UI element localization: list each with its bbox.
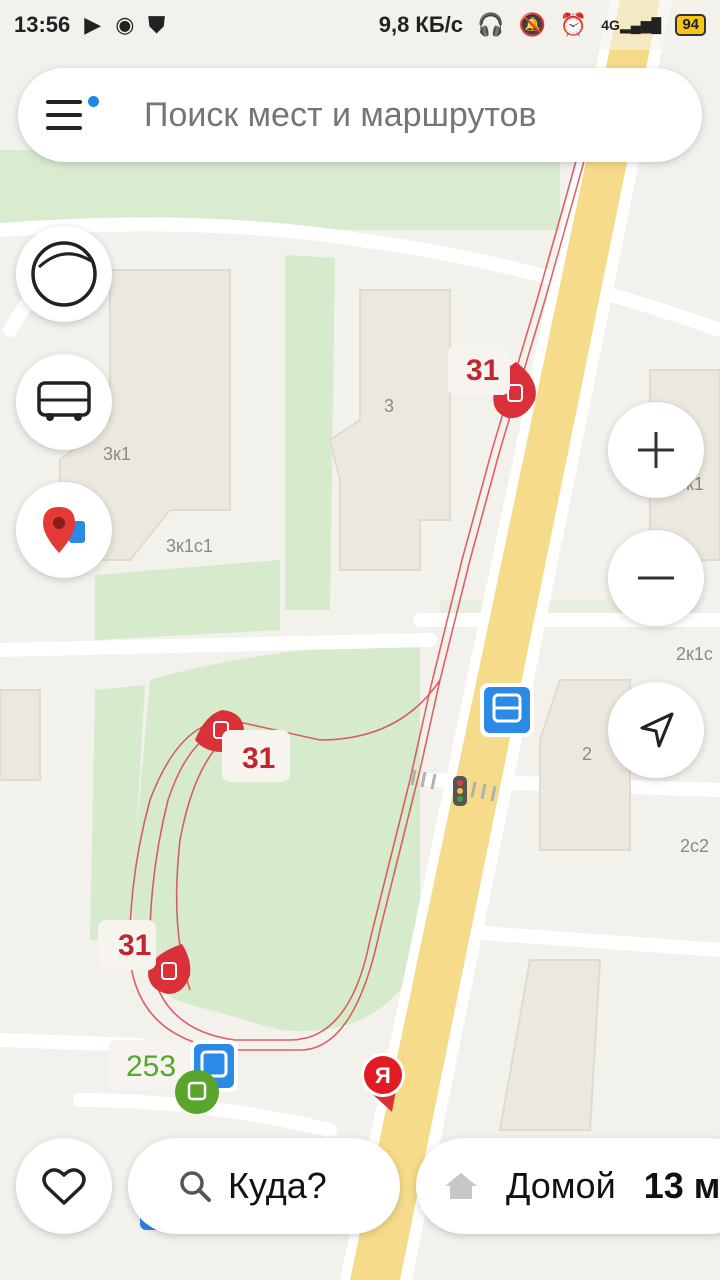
status-time: 13:56 — [14, 12, 71, 37]
traffic-light-icon — [453, 776, 467, 806]
my-location-button[interactable] — [608, 682, 704, 778]
zoom-in-button[interactable] — [608, 402, 704, 498]
bus-icon — [37, 381, 91, 421]
route-label: 31 — [242, 742, 275, 775]
bus-route-label: 253 — [126, 1050, 176, 1083]
search-icon — [180, 1171, 211, 1202]
signal-icon: 4G▂▄▆█ — [601, 16, 662, 33]
headphones-icon: 🎧 — [477, 12, 505, 37]
profile-button[interactable] — [16, 226, 112, 322]
search-input[interactable] — [142, 94, 646, 136]
bus-stop-icon[interactable] — [480, 683, 534, 737]
building-label: 3 — [384, 396, 394, 416]
notification-dot — [88, 96, 99, 107]
menu-icon — [46, 100, 82, 104]
where-to-button[interactable]: Куда? — [128, 1138, 400, 1234]
network-type: 4G — [601, 16, 620, 33]
bus-stop-marker[interactable] — [175, 1070, 219, 1114]
maps-icon: ◉ — [115, 12, 135, 37]
building-label: 2с2 — [680, 836, 709, 856]
alarm-icon: ⏰ — [559, 12, 588, 37]
building-label: 3к1 — [103, 444, 131, 464]
where-to-label: Куда? — [228, 1165, 327, 1206]
building — [0, 689, 41, 781]
transport-button[interactable] — [16, 354, 112, 450]
route-label: 31 — [466, 354, 499, 387]
navigation-arrow-icon — [640, 712, 674, 748]
play-icon: ▶ — [84, 12, 102, 37]
plus-icon — [638, 432, 674, 468]
status-bar: 13:56 ▶ ◉ ⛊ 9,8 КБ/с 🎧 🔕 ⏰ 4G▂▄▆█ 94 — [0, 0, 720, 50]
mute-icon: 🔕 — [518, 12, 546, 37]
zoom-out-button[interactable] — [608, 530, 704, 626]
stops-layer-button[interactable] — [16, 482, 112, 578]
menu-button[interactable] — [18, 68, 118, 162]
avatar-icon — [31, 241, 97, 307]
home-label: Домой — [506, 1165, 616, 1206]
home-icon — [445, 1173, 477, 1199]
home-travel-time: 13 м — [643, 1165, 720, 1206]
network-speed: 9,8 КБ/с — [378, 12, 464, 37]
favorites-button[interactable] — [16, 1138, 112, 1234]
location-pin-icon — [43, 507, 85, 553]
map-canvas[interactable]: 31 31 31 253 Я 3 3к1 3к1с1 2к1с 2 2с2 4к… — [0, 0, 720, 1280]
yandex-marker-letter: Я — [375, 1063, 391, 1088]
battery-indicator: 94 — [675, 14, 706, 36]
park-area — [285, 255, 335, 610]
search-bar[interactable] — [18, 68, 702, 162]
minus-icon — [638, 576, 674, 580]
building-label: 2к1с — [676, 644, 713, 664]
building-label: 3к1с1 — [166, 536, 213, 556]
heart-icon — [42, 1168, 86, 1205]
building-label: 2 — [582, 744, 592, 764]
route-label: 31 — [118, 929, 151, 962]
shield-icon: ⛊ — [148, 12, 165, 37]
home-route-button[interactable]: Домой 13 м — [416, 1138, 720, 1234]
